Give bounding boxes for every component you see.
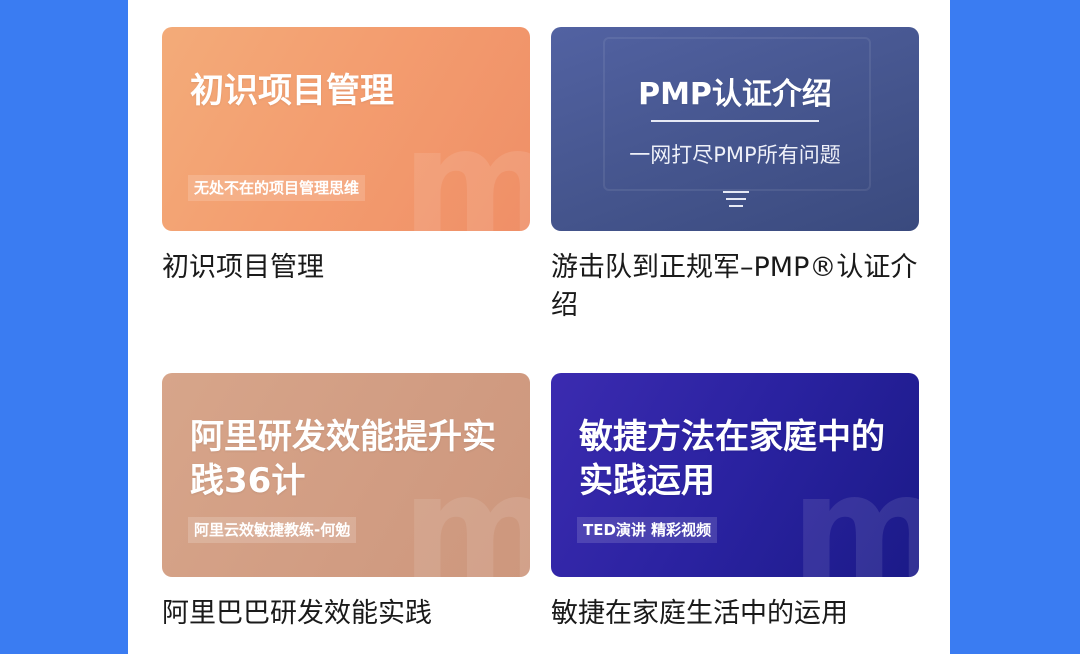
thumbnail-subtitle: 无处不在的项目管理思维 — [188, 175, 366, 201]
course-card-3[interactable]: m 阿里研发效能提升实践36计 阿里云效敏捷教练-何勉 阿里巴巴研发效能实践 — [162, 373, 530, 633]
thumbnail-title: 初识项目管理 — [190, 71, 394, 111]
course-title[interactable]: 游击队到正规军–PMP®认证介绍 — [551, 249, 919, 325]
thumbnail-subtitle: 阿里云效敏捷教练-何勉 — [188, 517, 357, 543]
course-card-2[interactable]: PMP认证介绍 一网打尽PMP所有问题 游击队到正规军–PMP®认证介绍 — [551, 27, 919, 325]
thumbnail-title: 阿里研发效能提升实践36计 — [190, 417, 496, 501]
course-thumbnail[interactable]: m 初识项目管理 无处不在的项目管理思维 — [162, 27, 530, 231]
course-title[interactable]: 初识项目管理 — [162, 249, 530, 287]
watermark-logo: m — [401, 97, 530, 231]
course-thumbnail[interactable]: m 敏捷方法在家庭中的实践运用 TED演讲 精彩视频 — [551, 373, 919, 577]
divider — [651, 120, 819, 122]
course-list-panel: m 初识项目管理 无处不在的项目管理思维 初识项目管理 PMP认证介绍 一网打尽… — [128, 0, 950, 654]
course-title[interactable]: 阿里巴巴研发效能实践 — [162, 595, 530, 633]
thumbnail-subtitle: TED演讲 精彩视频 — [577, 517, 718, 543]
course-card-1[interactable]: m 初识项目管理 无处不在的项目管理思维 初识项目管理 — [162, 27, 530, 287]
thumbnail-title: PMP认证介绍 — [638, 77, 832, 112]
thumbnail-title: 敏捷方法在家庭中的实践运用 — [579, 417, 885, 501]
course-title[interactable]: 敏捷在家庭生活中的运用 — [551, 595, 919, 633]
course-card-4[interactable]: m 敏捷方法在家庭中的实践运用 TED演讲 精彩视频 敏捷在家庭生活中的运用 — [551, 373, 919, 633]
course-thumbnail[interactable]: m 阿里研发效能提升实践36计 阿里云效敏捷教练-何勉 — [162, 373, 530, 577]
course-thumbnail[interactable]: PMP认证介绍 一网打尽PMP所有问题 — [551, 27, 919, 231]
lines-icon — [723, 191, 749, 212]
thumbnail-subtitle: 一网打尽PMP所有问题 — [629, 143, 841, 167]
